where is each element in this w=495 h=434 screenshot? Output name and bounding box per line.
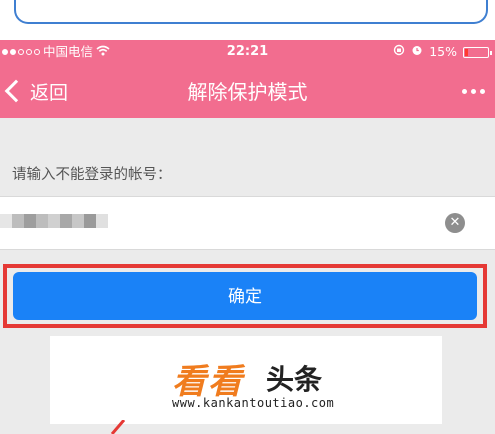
red-annotation-stroke <box>110 420 126 434</box>
carrier-name: 中国电信 <box>43 44 94 59</box>
back-button[interactable]: 返回 <box>0 74 68 108</box>
account-prompt-label: 请输入不能登录的帐号： <box>12 167 172 183</box>
more-dots-icon[interactable] <box>462 89 485 94</box>
page-title: 解除保护模式 <box>187 80 308 104</box>
rotation-lock-icon <box>393 40 405 64</box>
status-right: 15% <box>393 40 492 64</box>
confirm-button[interactable]: 确定 <box>13 272 477 320</box>
speech-bubble-outline <box>14 0 488 24</box>
back-label: 返回 <box>30 81 69 104</box>
signal-strength-icon <box>2 49 40 55</box>
clear-icon[interactable]: ✕ <box>445 213 465 233</box>
battery-icon <box>463 46 492 58</box>
account-input-row: ✕ <box>0 196 495 250</box>
battery-fill <box>465 48 468 56</box>
watermark: 看看 头条 www.kankantoutiao.com <box>50 336 442 424</box>
watermark-brand-black: 头条 <box>266 363 323 396</box>
battery-percent: 15% <box>429 44 457 59</box>
nav-bar: 返回 解除保护模式 <box>0 64 495 118</box>
top-frame <box>0 0 495 40</box>
wifi-icon <box>96 40 110 64</box>
account-input[interactable] <box>0 197 420 249</box>
chevron-left-icon <box>4 79 28 103</box>
alarm-icon <box>411 40 423 64</box>
watermark-url: www.kankantoutiao.com <box>172 396 335 410</box>
app-header: 中国电信 22:21 15% 返回 解除保护模式 <box>0 40 495 118</box>
status-left: 中国电信 <box>2 40 110 64</box>
status-bar: 中国电信 22:21 15% <box>0 40 495 64</box>
